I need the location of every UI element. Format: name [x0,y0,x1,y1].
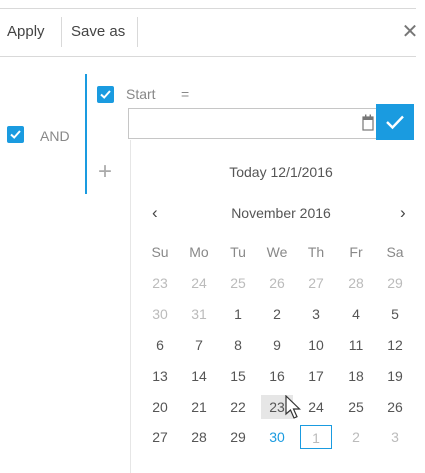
toolbar-separator [61,17,62,47]
add-condition-icon[interactable]: + [95,160,115,184]
calendar-day[interactable]: 17 [300,364,332,388]
checkmark-icon [10,130,21,139]
calendar-day[interactable]: 23 [144,271,176,295]
apply-condition-button[interactable] [376,104,414,140]
checkmark-icon [386,115,404,130]
weekday-label: Mo [189,244,209,260]
weekday-label: Tu [230,244,246,260]
calendar-day[interactable]: 19 [379,364,411,388]
calendar-day[interactable]: 1 [222,302,254,326]
calendar-day[interactable]: 18 [340,364,372,388]
calendar-day[interactable]: 24 [183,271,215,295]
condition-checkbox[interactable] [97,86,114,103]
today-link[interactable]: Today 12/1/2016 [131,164,425,180]
calendar-day[interactable]: 6 [144,333,176,357]
month-title[interactable]: November 2016 [131,205,425,221]
calendar-day[interactable]: 30 [144,302,176,326]
weekday-label: Fr [349,244,363,260]
next-month-icon[interactable]: › [400,203,406,223]
filter-toolbar: Apply Save as ✕ [0,0,425,58]
toolbar-bottom-divider [0,56,416,57]
calendar-day[interactable]: 2 [261,302,293,326]
calendar-day[interactable]: 26 [379,395,411,419]
toolbar-separator [137,17,138,47]
calendar-day[interactable]: 27 [300,271,332,295]
weekday-label: Th [307,244,325,260]
checkmark-icon [100,90,111,99]
group-checkbox[interactable] [7,126,24,143]
group-operator-label[interactable]: AND [40,128,70,144]
condition-field-label[interactable]: Start [126,86,156,102]
calendar-day[interactable]: 28 [183,425,215,449]
calendar-day[interactable]: 3 [300,302,332,326]
calendar-day[interactable]: 21 [183,395,215,419]
calendar-day[interactable]: 29 [222,425,254,449]
calendar-day[interactable]: 13 [144,364,176,388]
calendar-day[interactable]: 29 [379,271,411,295]
group-bracket [85,74,87,194]
calendar-day[interactable]: 11 [340,333,372,357]
calendar-day[interactable]: 2 [340,425,372,449]
calendar-day[interactable]: 7 [183,333,215,357]
calendar-day[interactable]: 15 [222,364,254,388]
apply-button[interactable]: Apply [7,17,45,47]
calendar-day[interactable]: 28 [340,271,372,295]
calendar-day[interactable]: 8 [222,333,254,357]
calendar-day[interactable]: 27 [144,425,176,449]
calendar-day[interactable]: 3 [379,425,411,449]
calendar-day[interactable]: 25 [222,271,254,295]
calendar-day[interactable]: 22 [222,395,254,419]
calendar-day[interactable]: 16 [261,364,293,388]
weekday-label: Sa [386,244,404,260]
calendar-day[interactable]: 25 [340,395,372,419]
weekday-label: We [266,244,288,260]
calendar-day[interactable]: 4 [340,302,372,326]
date-picker: Today 12/1/2016 ‹ November 2016 › Su Mo Tu… [130,140,421,473]
close-icon[interactable]: ✕ [400,17,420,47]
calendar-day[interactable]: 31 [183,302,215,326]
calendar-day[interactable]: 5 [379,302,411,326]
calendar-day[interactable]: 24 [300,395,332,419]
date-value-input[interactable] [128,108,376,139]
calendar-day[interactable]: 30 [261,425,293,449]
calendar-day[interactable]: 10 [300,333,332,357]
weekday-label: Su [151,244,169,260]
toolbar-top-divider [0,8,416,9]
condition-operator[interactable]: = [181,86,189,102]
calendar-day[interactable]: 1 [300,425,332,449]
save-as-button[interactable]: Save as [71,17,125,47]
calendar-day[interactable]: 26 [261,271,293,295]
calendar-day[interactable]: 12 [379,333,411,357]
calendar-day[interactable]: 20 [144,395,176,419]
calendar-day[interactable]: 9 [261,333,293,357]
calendar-icon[interactable] [362,114,374,131]
calendar-day[interactable]: 14 [183,364,215,388]
mouse-cursor-icon [285,395,301,419]
